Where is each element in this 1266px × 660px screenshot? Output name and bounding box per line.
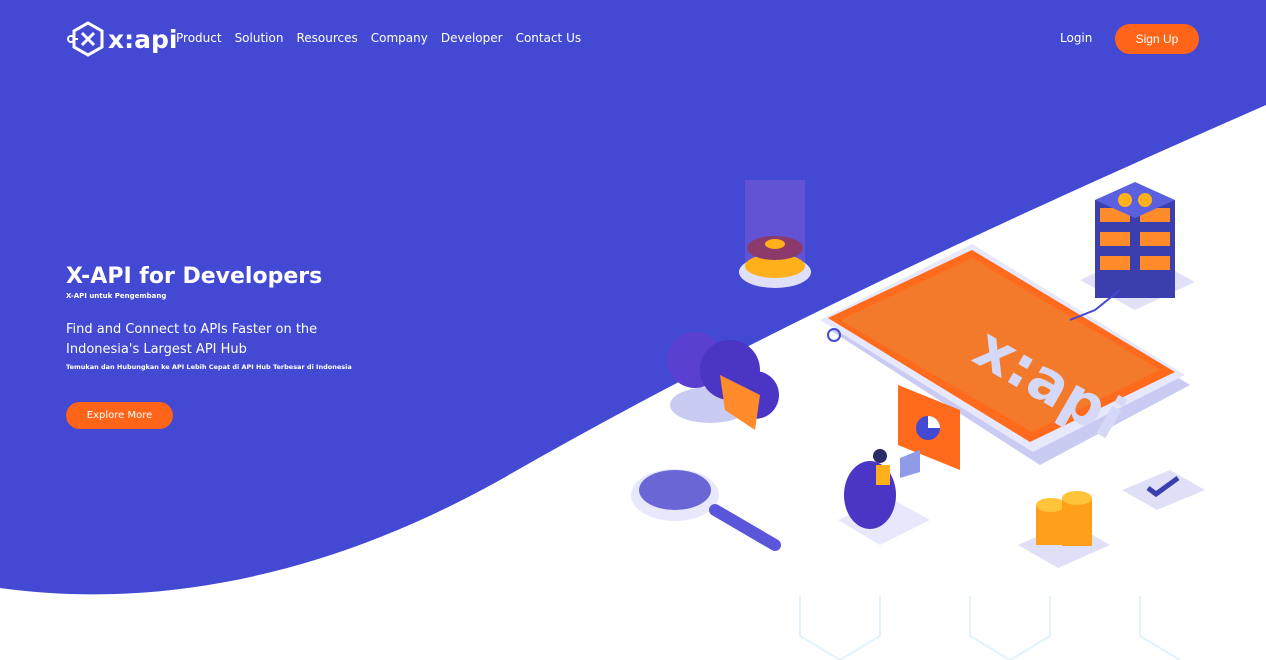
nav-product[interactable]: Product	[176, 31, 222, 45]
hero-tagline: Find and Connect to APIs Faster on the I…	[66, 322, 318, 357]
hero-tagline-sub: Temukan dan Hubungkan ke API Lebih Cepat…	[66, 363, 352, 371]
nav-company[interactable]: Company	[371, 31, 428, 45]
server-illustration	[1080, 182, 1195, 310]
logo-icon	[67, 21, 104, 57]
navbar: x:api Product Solution Resources Company…	[0, 0, 1266, 78]
nav-solution[interactable]: Solution	[235, 31, 284, 45]
hero-subtitle: X-API untuk Pengembang	[66, 292, 167, 300]
nav-developer[interactable]: Developer	[441, 31, 503, 45]
check-card-illustration	[1122, 470, 1205, 510]
person-illustration	[838, 449, 930, 545]
signup-button[interactable]: Sign Up	[1115, 24, 1199, 54]
cloud-illustration	[667, 332, 779, 430]
nav-contact-us[interactable]: Contact Us	[516, 31, 582, 45]
nav-resources[interactable]: Resources	[296, 31, 357, 45]
hero-title: X-API for Developers	[66, 264, 323, 289]
hexagon-decoration	[799, 596, 1181, 660]
magnifier-illustration	[631, 469, 781, 551]
explore-more-button[interactable]: Explore More	[66, 402, 173, 429]
brand-logo[interactable]: x:api	[66, 20, 177, 58]
coins-illustration	[1018, 491, 1110, 568]
gear-illustration	[739, 180, 811, 288]
login-link[interactable]: Login	[1060, 31, 1092, 45]
logo-text: x:api	[108, 24, 178, 54]
hero-illustration: x:api	[631, 180, 1205, 568]
hero-text: X-API for Developers X-API untuk Pengemb…	[66, 262, 366, 373]
nav-links: Product Solution Resources Company Devel…	[176, 31, 594, 45]
